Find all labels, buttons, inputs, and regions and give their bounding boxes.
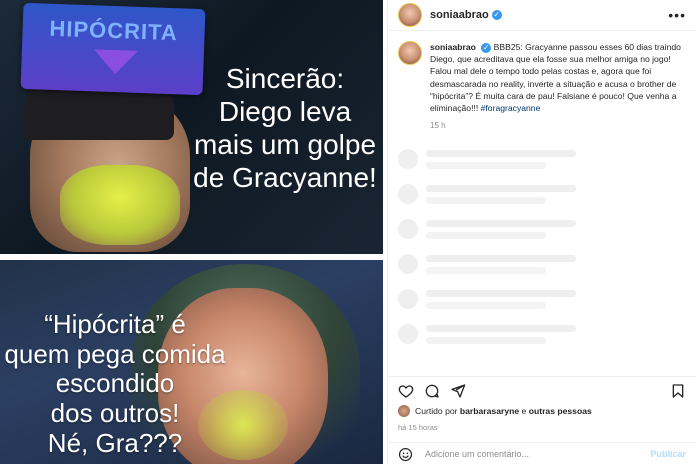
hashtag-link[interactable]: #foragracyanne: [481, 103, 541, 113]
bookmark-icon[interactable]: [670, 383, 686, 399]
caption-line: quem pega comida: [4, 338, 226, 369]
placeholder-lines: [426, 289, 576, 309]
caption-username[interactable]: soniaabrao: [430, 42, 476, 52]
comment-placeholder: [398, 247, 686, 282]
likes-line: Curtido por barbarasaryne e outras pesso…: [398, 405, 592, 417]
placeholder-line: [426, 184, 576, 192]
caption-line: Sincerão:: [225, 63, 345, 94]
emoji-icon[interactable]: [398, 447, 413, 462]
comment-bar: Publicar: [388, 442, 696, 465]
placeholder-line: [426, 266, 546, 274]
caption-text: soniaabrao ✓ BBB25: Gracyanne passou ess…: [430, 41, 686, 132]
liker-username[interactable]: barbarasaryne: [460, 406, 519, 416]
caption-line: escondido: [55, 368, 175, 399]
placeholder-lines: [426, 324, 576, 344]
bottom-meme-caption: “Hipócrita” é quem pega comida escondido…: [2, 309, 228, 458]
placeholder-avatar: [398, 324, 418, 345]
caption-block: soniaabrao ✓ BBB25: Gracyanne passou ess…: [388, 31, 696, 136]
placeholder-avatar: [398, 149, 418, 170]
placeholder-lines: [426, 149, 576, 169]
sign-text: HIPÓCRITA: [49, 15, 179, 46]
action-bar: [388, 376, 696, 405]
placeholder-avatar: [398, 184, 418, 205]
likes-others-link[interactable]: outras pessoas: [529, 406, 592, 416]
placeholder-lines: [426, 219, 576, 239]
header-username[interactable]: soniaabrao: [430, 9, 489, 21]
comment-icon[interactable]: [424, 383, 440, 399]
comment-input[interactable]: [423, 448, 617, 460]
verified-icon: ✓: [491, 10, 502, 20]
instagram-post: HIPÓCRITA Sincerão: Diego leva mais um g…: [0, 0, 696, 464]
placeholder-line: [426, 219, 576, 227]
heart-icon[interactable]: [398, 383, 414, 399]
comments-loading: [388, 136, 696, 358]
likes-conjunction: e: [521, 406, 527, 416]
post-sidebar: soniaabrao ✓ ••• soniaabrao ✓ BBB25: Gra…: [387, 0, 696, 464]
placeholder-avatar: [398, 219, 418, 240]
caption-time: 15 h: [430, 121, 446, 131]
avatar[interactable]: [398, 3, 422, 27]
comment-placeholder: [398, 142, 686, 177]
hipocrita-sign: HIPÓCRITA: [20, 2, 206, 96]
post-header: soniaabrao ✓ •••: [388, 0, 696, 31]
caption-line: dos outros!: [50, 397, 180, 428]
comment-placeholder: [398, 317, 686, 352]
caption-line: mais um golpe: [193, 129, 377, 161]
placeholder-line: [426, 161, 546, 169]
placeholder-line: [426, 324, 576, 332]
placeholder-lines: [426, 184, 576, 204]
placeholder-line: [426, 149, 576, 157]
more-icon[interactable]: •••: [668, 7, 686, 23]
placeholder-line: [426, 289, 576, 297]
meme-top-panel: HIPÓCRITA Sincerão: Diego leva mais um g…: [0, 0, 383, 254]
top-meme-caption: Sincerão: Diego leva mais um golpe de Gr…: [190, 62, 380, 194]
comment-placeholder: [398, 212, 686, 247]
liker-avatar[interactable]: [398, 405, 410, 417]
caption-line: Diego leva: [218, 96, 352, 128]
placeholder-line: [426, 231, 546, 239]
man-beard: [60, 165, 180, 245]
comment-placeholder: [398, 177, 686, 212]
placeholder-avatar: [398, 254, 418, 275]
placeholder-line: [426, 336, 546, 344]
avatar[interactable]: [398, 41, 422, 65]
post-image[interactable]: HIPÓCRITA Sincerão: Diego leva mais um g…: [0, 0, 387, 464]
placeholder-lines: [426, 254, 576, 274]
caption-line: Né, Gra???: [47, 427, 183, 458]
post-timestamp: há 15 horas: [398, 423, 438, 432]
placeholder-line: [426, 196, 546, 204]
meme-bottom-panel: “Hipócrita” é quem pega comida escondido…: [0, 260, 383, 464]
verified-icon: ✓: [481, 43, 492, 53]
likes-prefix: Curtido por: [415, 406, 458, 416]
caption-body: BBB25: Gracyanne passou esses 60 dias tr…: [430, 42, 681, 114]
comment-placeholder: [398, 282, 686, 317]
caption-line: “Hipócrita” é: [44, 309, 186, 339]
caption-line: de Gracyanne!: [193, 162, 377, 194]
publish-button[interactable]: Publicar: [650, 449, 686, 459]
share-icon[interactable]: [450, 383, 466, 399]
placeholder-line: [426, 254, 576, 262]
placeholder-line: [426, 301, 546, 309]
placeholder-avatar: [398, 289, 418, 310]
sign-arrow: [93, 49, 138, 75]
